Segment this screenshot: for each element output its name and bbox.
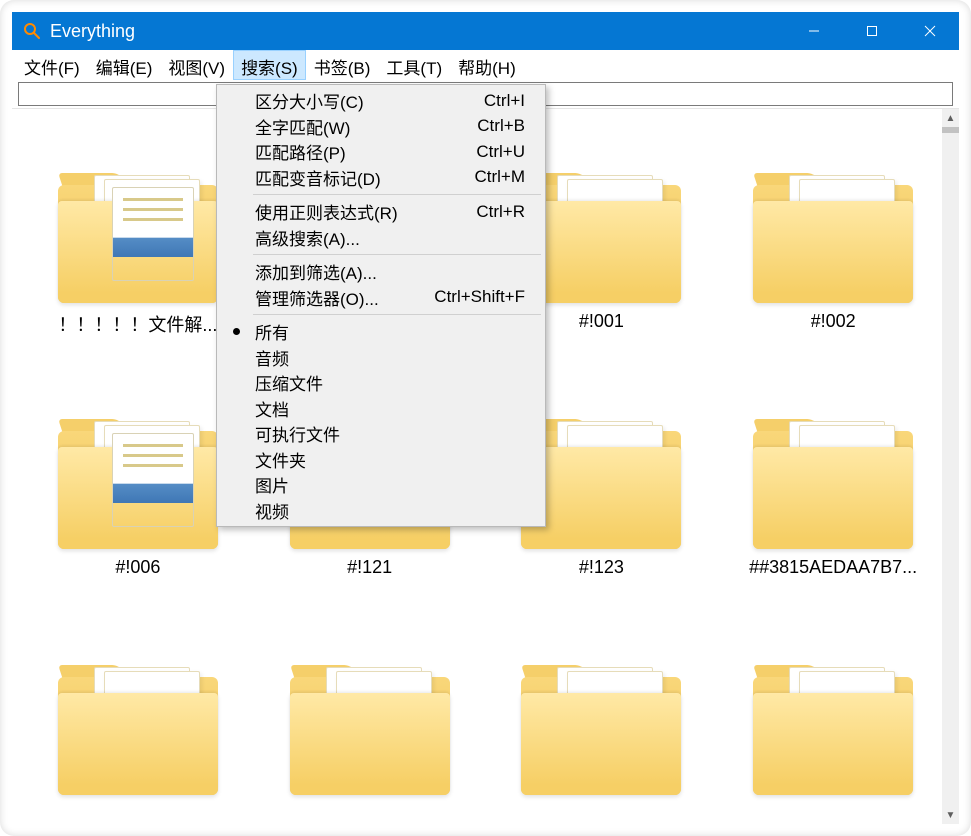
menuitem-label: 全字匹配(W) xyxy=(255,114,350,139)
folder-item[interactable] xyxy=(501,625,701,824)
folder-item[interactable] xyxy=(38,625,238,824)
app-icon xyxy=(22,21,42,41)
folder-icon xyxy=(58,419,218,549)
folder-label: #!001 xyxy=(579,311,624,332)
folder-label: #!002 xyxy=(811,311,856,332)
menuitem-filter-audio[interactable]: 音频 xyxy=(219,345,543,371)
menu-view[interactable]: 视图(V) xyxy=(160,50,233,80)
menu-separator xyxy=(253,194,541,195)
menu-separator xyxy=(253,314,541,315)
menuitem-label: 文档 xyxy=(255,396,289,421)
search-menu-dropdown: 区分大小写(C) Ctrl+I 全字匹配(W) Ctrl+B 匹配路径(P) C… xyxy=(216,84,546,527)
menuitem-filter-folder[interactable]: 文件夹 xyxy=(219,447,543,473)
menuitem-label: 区分大小写(C) xyxy=(255,88,364,113)
folder-item[interactable]: ！！！！！文件解... xyxy=(38,133,238,379)
minimize-button[interactable] xyxy=(785,12,843,50)
menuitem-label: 添加到筛选(A)... xyxy=(255,259,377,284)
folder-item[interactable] xyxy=(270,625,470,824)
menuitem-diacritics[interactable]: 匹配变音标记(D) Ctrl+M xyxy=(219,165,543,191)
scrollbar[interactable]: ▲ ▼ xyxy=(942,109,959,824)
menuitem-filter-executable[interactable]: 可执行文件 xyxy=(219,421,543,447)
folder-item[interactable]: #!006 xyxy=(38,379,238,625)
folder-label: ##3815AEDAA7B7... xyxy=(749,557,917,578)
folder-label: #!121 xyxy=(347,557,392,578)
menuitem-match-case[interactable]: 区分大小写(C) Ctrl+I xyxy=(219,88,543,114)
menuitem-regex[interactable]: 使用正则表达式(R) Ctrl+R xyxy=(219,199,543,225)
menuitem-filter-video[interactable]: 视频 xyxy=(219,498,543,524)
folder-icon xyxy=(521,665,681,795)
menuitem-add-filter[interactable]: 添加到筛选(A)... xyxy=(219,259,543,285)
menuitem-shortcut: Ctrl+Shift+F xyxy=(434,287,525,307)
menuitem-advanced-search[interactable]: 高级搜索(A)... xyxy=(219,225,543,251)
folder-icon xyxy=(58,173,218,303)
folder-label: #!123 xyxy=(579,557,624,578)
folder-icon xyxy=(753,419,913,549)
menu-tools[interactable]: 工具(T) xyxy=(378,50,450,80)
menuitem-label: 高级搜索(A)... xyxy=(255,225,360,250)
scroll-down-button[interactable]: ▼ xyxy=(942,806,959,824)
scroll-thumb[interactable] xyxy=(942,127,959,133)
menuitem-label: 压缩文件 xyxy=(255,370,323,395)
menuitem-filter-picture[interactable]: 图片 xyxy=(219,472,543,498)
menuitem-match-path[interactable]: 匹配路径(P) Ctrl+U xyxy=(219,139,543,165)
menu-edit[interactable]: 编辑(E) xyxy=(88,50,161,80)
folder-icon xyxy=(753,173,913,303)
radio-selected-icon xyxy=(233,328,240,335)
menuitem-shortcut: Ctrl+R xyxy=(476,202,525,222)
maximize-button[interactable] xyxy=(843,12,901,50)
menuitem-label: 管理筛选器(O)... xyxy=(255,285,379,310)
menuitem-label: 图片 xyxy=(255,472,289,497)
app-title: Everything xyxy=(50,21,785,42)
menu-search[interactable]: 搜索(S) xyxy=(233,50,306,80)
window-controls xyxy=(785,12,959,50)
folder-icon xyxy=(58,665,218,795)
menu-file[interactable]: 文件(F) xyxy=(16,50,88,80)
menuitem-label: 使用正则表达式(R) xyxy=(255,199,398,224)
menuitem-filter-all[interactable]: 所有 xyxy=(219,319,543,345)
menuitem-shortcut: Ctrl+U xyxy=(476,142,525,162)
menubar: 文件(F) 编辑(E) 视图(V) 搜索(S) 书签(B) 工具(T) 帮助(H… xyxy=(12,50,959,80)
menuitem-label: 匹配路径(P) xyxy=(255,139,346,164)
menuitem-label: 匹配变音标记(D) xyxy=(255,165,381,190)
folder-label: #!006 xyxy=(115,557,160,578)
folder-item[interactable]: #!002 xyxy=(733,133,933,379)
menuitem-filter-archive[interactable]: 压缩文件 xyxy=(219,370,543,396)
menuitem-label: 音频 xyxy=(255,345,289,370)
folder-label: ！！！！！文件解... xyxy=(58,311,217,337)
menuitem-shortcut: Ctrl+M xyxy=(474,167,525,187)
menuitem-label: 所有 xyxy=(255,319,289,344)
folder-item[interactable] xyxy=(733,625,933,824)
folder-item[interactable]: ##3815AEDAA7B7... xyxy=(733,379,933,625)
folder-icon xyxy=(753,665,913,795)
menuitem-whole-word[interactable]: 全字匹配(W) Ctrl+B xyxy=(219,114,543,140)
menuitem-filter-document[interactable]: 文档 xyxy=(219,396,543,422)
menuitem-shortcut: Ctrl+I xyxy=(484,91,525,111)
folder-icon xyxy=(290,665,450,795)
close-button[interactable] xyxy=(901,12,959,50)
menuitem-label: 可执行文件 xyxy=(255,421,340,446)
titlebar: Everything xyxy=(12,12,959,50)
menu-help[interactable]: 帮助(H) xyxy=(450,50,524,80)
scroll-up-button[interactable]: ▲ xyxy=(942,109,959,127)
menuitem-manage-filters[interactable]: 管理筛选器(O)... Ctrl+Shift+F xyxy=(219,285,543,311)
menu-separator xyxy=(253,254,541,255)
menuitem-label: 视频 xyxy=(255,498,289,523)
menuitem-label: 文件夹 xyxy=(255,447,306,472)
menu-bookmark[interactable]: 书签(B) xyxy=(306,50,379,80)
menuitem-shortcut: Ctrl+B xyxy=(477,116,525,136)
